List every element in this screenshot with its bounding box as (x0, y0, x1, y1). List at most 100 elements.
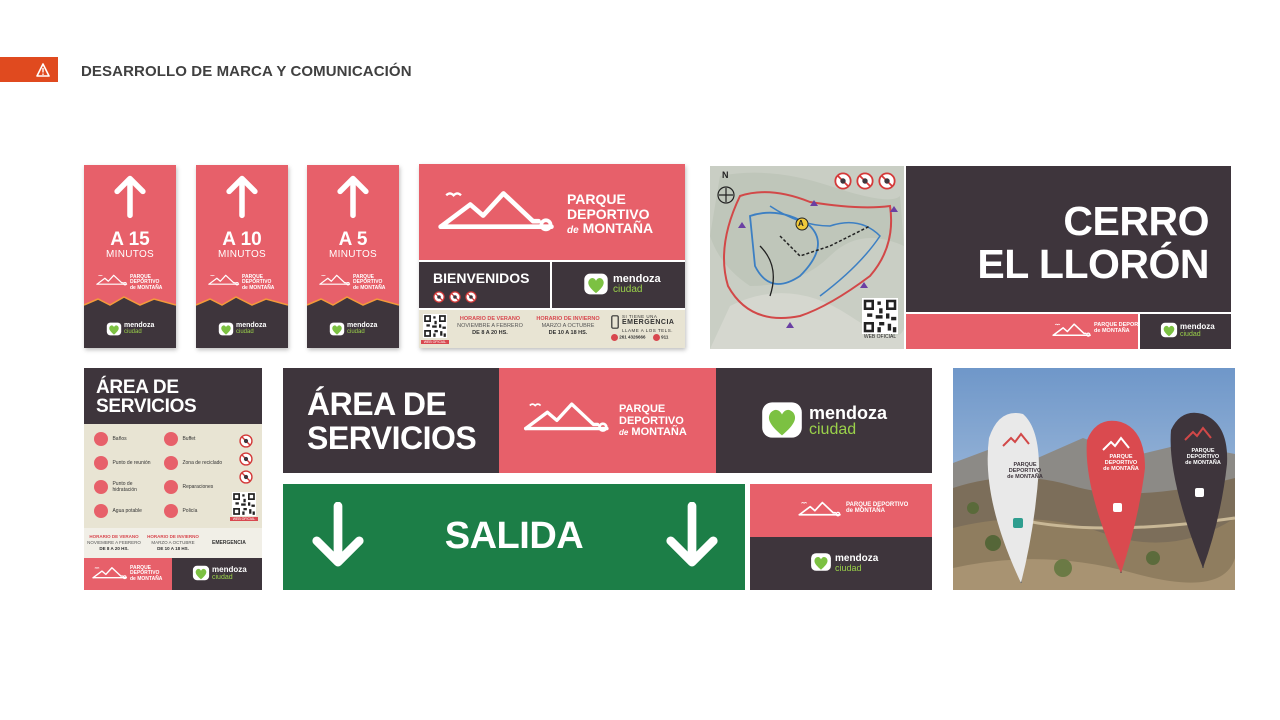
no-pets-icon (465, 291, 477, 303)
north-label: N (722, 170, 729, 180)
no-fire-icon (449, 291, 461, 303)
arrow-up-icon (334, 173, 372, 219)
service-item: Zona de reciclado (164, 454, 222, 472)
service-item: Agua potable (94, 502, 142, 520)
qr-code (232, 492, 256, 516)
welcome-title: BIENVENIDOS (433, 270, 530, 286)
park-logo-icon (208, 273, 240, 287)
no-fire-icon (239, 452, 253, 466)
mendoza-logo-icon (329, 321, 345, 337)
web-label: WEB OFICIAL (863, 334, 897, 340)
park-logo-icon (319, 273, 351, 287)
page-title: DESARROLLO DE MARCA Y COMUNICACIÓN (81, 63, 412, 80)
summer-hours: HORARIO DE VERANO NOVIEMBRE A FEBRERO DE… (457, 316, 523, 337)
service-item: Policía (164, 502, 197, 520)
no-fire-icon (856, 172, 874, 190)
no-motorcycle-icon (834, 172, 852, 190)
no-pets-icon (878, 172, 896, 190)
distance-label: A 5 (338, 229, 368, 250)
landscape-photo (953, 368, 1235, 590)
services-banner: ÁREA DE SERVICIOS PARQUE DEPORTIVO de MONT… (283, 368, 932, 473)
brand-logo-panel: PARQUE DEPORTIVO de MONTAÑA mendoza ciudad (750, 484, 932, 590)
no-motorcycle-icon (433, 291, 445, 303)
distance-label: A 10 (222, 229, 262, 250)
park-logo-text: PARQUE DEPORTIVO de MONTAÑA (242, 274, 275, 291)
arrow-up-icon (111, 173, 149, 219)
mendoza-logo-icon (583, 271, 609, 297)
winter-hours: HORARIO DE INVIERNO MARZO A OCTUBRE DE 1… (536, 316, 600, 337)
map-marker-a: A (798, 219, 804, 228)
trail-map-sign: N A WEB OFICIAL CERRO EL LLORÓN PARQUE D… (710, 166, 1231, 349)
flag-park-text: PARQUE DEPORTIVO de MONTAÑA (1103, 454, 1139, 473)
mendoza-logo-text: mendoza ciudad (347, 322, 378, 335)
flag-park-text: PARQUE DEPORTIVO de MONTAÑA (1185, 448, 1221, 467)
hydration-icon (94, 479, 108, 494)
services-banner-title: ÁREA DE SERVICIOS (307, 386, 477, 456)
mendoza-logo-text: mendoza ciudad (809, 403, 888, 438)
mendoza-logo-icon (106, 321, 122, 337)
police-icon (164, 503, 178, 518)
arrow-up-icon (223, 173, 261, 219)
distance-unit: MINUTOS (105, 249, 155, 260)
welcome-sign: PARQUE DEPORTIVO de MONTAÑA BIENVENIDOS me… (419, 164, 685, 348)
arrow-sign-5: A 5 MINUTOS PARQUE DEPORTIVO de MONTAÑA m… (307, 165, 399, 348)
park-logo-icon (96, 273, 128, 287)
header-accent-tab (0, 57, 58, 82)
services-panel-title: ÁREA DE SERVICIOS (96, 377, 197, 417)
mendoza-logo-icon (192, 564, 210, 582)
park-logo-text: PARQUE DEPORTIVO de MONTAÑA (567, 191, 654, 237)
park-logo-icon (798, 498, 842, 520)
flag-park-text: PARQUE DEPORTIVO de MONTAÑA (1007, 462, 1043, 481)
park-logo-text: PARQUE DEPORTIVO de MONTAÑA (619, 403, 687, 439)
qr-code (862, 298, 898, 334)
arrow-sign-15: A 15 MINUTOS PARQUE DEPORTIVO de MONTAÑA … (84, 165, 176, 348)
phone-numbers: 261 4326666 911 (611, 334, 683, 344)
park-logo-icon (523, 396, 611, 438)
phone-icon (611, 315, 619, 329)
emergency-notice: SI TIENE UNA EMERGENCIA LLAME A LOS TELS… (622, 314, 675, 333)
buffet-icon (164, 431, 178, 446)
web-label: WEB OFICIAL (421, 340, 449, 344)
mendoza-logo-text: mendoza ciudad (835, 553, 879, 573)
distance-unit: MINUTOS (328, 249, 378, 260)
mendoza-logo-text: mendoza ciudad (613, 273, 661, 295)
distance-label: A 15 (110, 229, 150, 250)
restroom-icon (94, 431, 108, 446)
qr-code (423, 314, 447, 338)
arrow-down-icon (663, 502, 721, 570)
tools-icon (164, 479, 178, 494)
park-logo-text: PARQUE DEPORTIVO de MONTAÑA (353, 274, 386, 291)
mendoza-logo-text: mendoza ciudad (212, 565, 247, 582)
mendoza-logo-icon (810, 551, 832, 573)
park-logo-icon (437, 182, 557, 240)
mendoza-logo-text: mendoza ciudad (236, 322, 267, 335)
exit-banner: SALIDA (283, 484, 745, 590)
warning-icon (36, 63, 50, 77)
service-item: Punto de reunión (94, 454, 152, 472)
flags-photo: PARQUE DEPORTIVO de MONTAÑA PARQUE DEPORTIV… (953, 368, 1235, 590)
services-list: Baños Buffet Punto de reunión Zona de re… (94, 430, 234, 526)
services-panel: ÁREA DE SERVICIOS Baños Buffet Punto de … (84, 368, 262, 590)
no-pets-icon (239, 470, 253, 484)
place-name: CERRO EL LLORÓN (977, 198, 1209, 288)
park-logo-text: PARQUE DEPORTIVO de MONTAÑA (846, 502, 909, 515)
winter-hours: HORARIO DE INVIERNO MARZO A OCTUBRE DE 1… (147, 534, 199, 551)
service-item: Baños (94, 430, 127, 448)
service-item: Reparaciones (164, 478, 213, 496)
mendoza-logo-text: mendoza ciudad (1180, 322, 1215, 339)
park-logo-icon (1052, 321, 1092, 339)
mendoza-logo-icon (218, 321, 234, 337)
recycling-icon (164, 455, 178, 470)
summer-hours: HORARIO DE VERANO NOVIEMBRE A FEBRERO DE… (87, 534, 141, 551)
water-tap-icon (94, 503, 108, 518)
no-motorcycle-icon (239, 434, 253, 448)
mendoza-logo-icon (1160, 321, 1178, 339)
web-label: WEB OFICIAL (230, 517, 258, 521)
park-logo-text: PARQUE DEPORTIVO de MONTAÑA (130, 565, 163, 582)
park-logo-text: PARQUE DEPORTIVO de MONTAÑA (130, 274, 163, 291)
mendoza-logo-text: mendoza ciudad (124, 322, 155, 335)
mendoza-logo-icon (760, 398, 804, 442)
distance-unit: MINUTOS (217, 249, 267, 260)
park-logo-icon (92, 564, 128, 582)
emergency-notice: EMERGENCIA (212, 540, 246, 546)
